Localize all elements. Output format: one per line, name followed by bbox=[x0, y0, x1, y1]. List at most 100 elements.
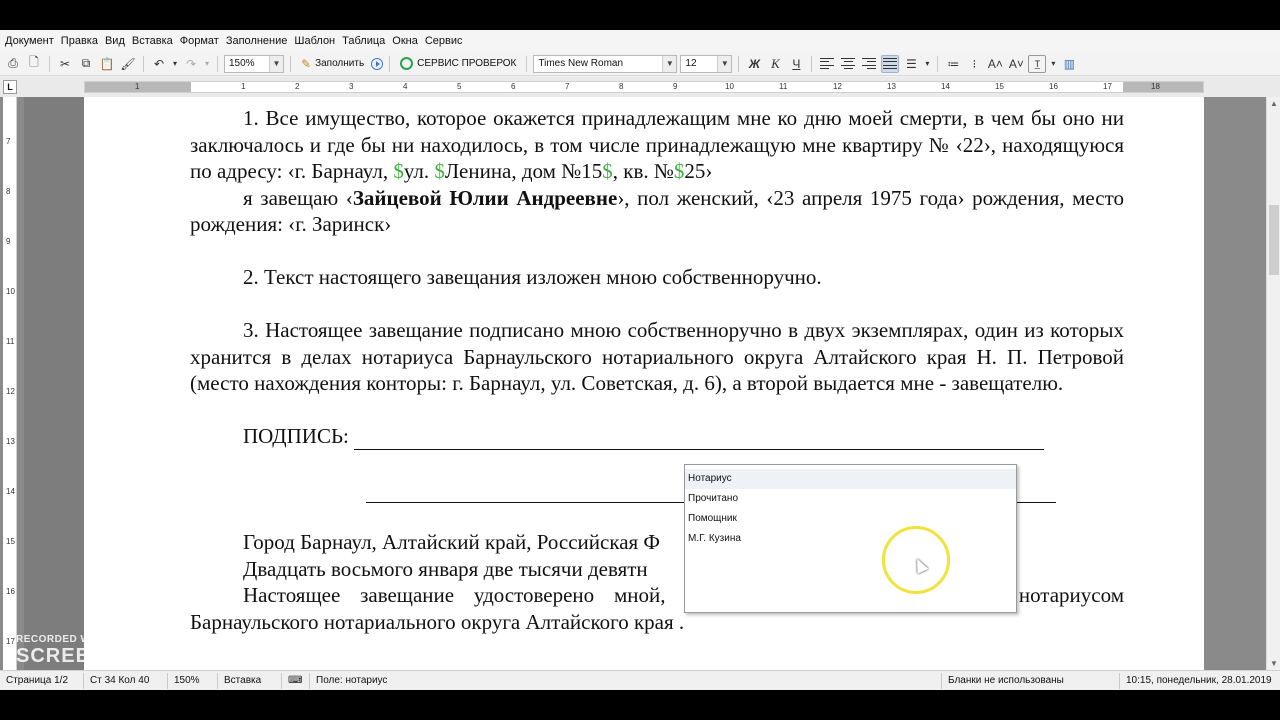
menu-document[interactable]: Документ bbox=[3, 30, 59, 52]
align-left-button[interactable] bbox=[818, 55, 836, 73]
vruler-number: 7 bbox=[6, 137, 11, 146]
status-mode[interactable]: Вставка bbox=[218, 672, 282, 689]
toolbar-divider bbox=[526, 55, 528, 72]
text-style-icon[interactable]: T̲ bbox=[1028, 54, 1047, 73]
heir-name: Зайцевой Юлии Андреевне bbox=[352, 185, 618, 210]
chevron-down-icon[interactable]: ▼ bbox=[269, 55, 283, 72]
cut-icon[interactable]: ✂ bbox=[56, 55, 74, 73]
status-position: Ст 34 Кол 40 bbox=[84, 672, 168, 689]
check-service-label: СЕРВИС ПРОВЕРОК bbox=[417, 58, 517, 69]
page-body: 1. Все имущество, которое окажется прина… bbox=[84, 97, 1204, 670]
menu-template[interactable]: Шаблон bbox=[292, 30, 340, 52]
text-style-dropdown-icon[interactable]: ▾ bbox=[1049, 55, 1057, 73]
scrollbar-thumb[interactable] bbox=[1269, 205, 1279, 275]
align-right-icon bbox=[862, 57, 877, 70]
ruler-number: 8 bbox=[619, 82, 624, 91]
format-painter-icon[interactable]: 🖌 bbox=[119, 55, 137, 73]
menu-fill[interactable]: Заполнение bbox=[224, 30, 293, 52]
watermark-brand-a: SCREENCAST bbox=[16, 644, 164, 667]
status-zoom[interactable]: 150% bbox=[168, 672, 218, 689]
check-service-button[interactable]: СЕРВИС ПРОВЕРОК bbox=[396, 55, 520, 73]
watermark-logo: SCREENCAST MATIC bbox=[16, 643, 263, 669]
font-increase-icon[interactable]: A˄ bbox=[986, 55, 1004, 73]
bullet-list-icon[interactable]: ⁝ bbox=[965, 55, 983, 73]
dropdown-option[interactable]: М.Г. Кузина bbox=[685, 529, 1016, 549]
menu-format[interactable]: Формат bbox=[178, 30, 224, 52]
vertical-ruler[interactable]: 7 8 9 10 11 12 13 14 15 16 17 bbox=[3, 97, 17, 670]
dropdown-option[interactable]: Нотариус bbox=[685, 469, 1016, 489]
vertical-scrollbar[interactable]: ▲ ▼ bbox=[1266, 97, 1280, 670]
vruler-number: 15 bbox=[6, 537, 15, 546]
menu-insert[interactable]: Вставка bbox=[130, 30, 178, 52]
main-toolbar: ⎙ 🗋 ✂ ⧉ 📋 🖌 ↶ ▾ ↷ ▾ 150% ▼ ✎ Заполнить С… bbox=[0, 52, 1280, 76]
line-spacing-dropdown-icon[interactable]: ▾ bbox=[923, 55, 931, 73]
redo-dropdown-icon[interactable]: ▾ bbox=[203, 55, 211, 73]
text-run: я завещаю ‹ bbox=[243, 185, 353, 210]
align-center-button[interactable] bbox=[839, 55, 857, 73]
field-marker: $ bbox=[393, 159, 404, 183]
underline-button[interactable]: Ч bbox=[787, 55, 805, 73]
line-spacing-icon[interactable]: ☰ bbox=[902, 55, 920, 73]
screen-top-black-band bbox=[0, 0, 1280, 30]
fill-button-label: Заполнить bbox=[315, 58, 365, 69]
font-size-value: 12 bbox=[685, 58, 697, 69]
bold-button[interactable]: Ж bbox=[745, 55, 763, 73]
scroll-down-icon[interactable]: ▼ bbox=[1270, 659, 1278, 668]
play-icon[interactable] bbox=[371, 57, 384, 70]
vruler-number: 13 bbox=[6, 437, 15, 446]
ruler-number: 12 bbox=[833, 82, 842, 91]
undo-icon[interactable]: ↶ bbox=[150, 55, 168, 73]
menu-table[interactable]: Таблица bbox=[340, 30, 390, 52]
fill-button[interactable]: ✎ Заполнить bbox=[297, 55, 368, 73]
screen-bottom-black-band bbox=[0, 690, 1280, 720]
status-datetime: 10:15, понедельник, 28.01.2019 bbox=[1126, 674, 1272, 686]
service-logo-icon bbox=[400, 57, 414, 70]
italic-button[interactable]: К bbox=[766, 55, 784, 73]
print-preview-icon[interactable]: 🗋 bbox=[25, 55, 43, 73]
menu-service[interactable]: Сервис bbox=[423, 30, 468, 52]
columns-icon[interactable]: ▥ bbox=[1060, 55, 1078, 73]
text-run: 25› bbox=[684, 159, 713, 183]
ruler-number: 7 bbox=[565, 82, 570, 91]
tab-stop-selector[interactable]: L bbox=[3, 80, 17, 94]
scroll-up-icon[interactable]: ▲ bbox=[1270, 99, 1278, 108]
screencast-logo-icon bbox=[166, 643, 193, 669]
horizontal-ruler[interactable]: 1 1 2 3 4 5 6 7 8 9 10 11 12 13 14 15 16… bbox=[84, 81, 1204, 93]
paste-icon[interactable]: 📋 bbox=[98, 55, 116, 73]
signature-label: ПОДПИСЬ: bbox=[243, 424, 355, 448]
menu-view[interactable]: Вид bbox=[103, 30, 130, 52]
undo-dropdown-icon[interactable]: ▾ bbox=[171, 55, 179, 73]
align-center-icon bbox=[841, 57, 856, 70]
document-page[interactable]: 1. Все имущество, которое окажется прина… bbox=[24, 97, 1204, 670]
paragraph-4: 3. Настоящее завещание подписано мною со… bbox=[190, 318, 1124, 395]
ruler-number: 17 bbox=[1103, 82, 1112, 91]
ruler-number: 1 bbox=[135, 82, 140, 91]
ruler-number: 4 bbox=[403, 82, 408, 91]
redo-icon[interactable]: ↷ bbox=[182, 55, 200, 73]
zoom-combo[interactable]: 150% ▼ bbox=[224, 54, 284, 73]
menu-edit[interactable]: Правка bbox=[59, 30, 103, 52]
ruler-number: 9 bbox=[673, 82, 678, 91]
toolbar-divider bbox=[217, 55, 218, 72]
field-value-dropdown[interactable]: Нотариус Прочитано Помощник М.Г. Кузина bbox=[684, 464, 1017, 613]
align-right-button[interactable] bbox=[860, 55, 878, 73]
align-justify-button[interactable] bbox=[881, 54, 900, 73]
chevron-down-icon[interactable]: ▼ bbox=[717, 55, 732, 72]
menu-windows[interactable]: Окна bbox=[390, 30, 423, 52]
ruler-number: 2 bbox=[295, 82, 300, 91]
paragraph-2: я завещаю ‹Зайцевой Юлии Андреевне›, пол… bbox=[190, 185, 1124, 238]
dropdown-option[interactable]: Прочитано bbox=[685, 489, 1016, 509]
font-decrease-icon[interactable]: A˅ bbox=[1007, 55, 1025, 73]
font-size-combo[interactable]: 12 ▼ bbox=[680, 54, 733, 73]
document-workspace: 7 8 9 10 11 12 13 14 15 16 17 1. Все иму… bbox=[0, 97, 1280, 670]
numbered-list-icon[interactable]: ≔ bbox=[944, 55, 962, 73]
print-icon[interactable]: ⎙ bbox=[4, 55, 22, 73]
copy-icon[interactable]: ⧉ bbox=[77, 55, 95, 73]
chevron-down-icon[interactable]: ▼ bbox=[662, 55, 677, 72]
status-page: Страница 1/2 bbox=[0, 672, 84, 689]
font-name-combo[interactable]: Times New Roman ▼ bbox=[533, 54, 678, 73]
text-run: ул. bbox=[403, 159, 435, 183]
ruler-number: 14 bbox=[941, 82, 950, 91]
dropdown-option[interactable]: Помощник bbox=[685, 509, 1016, 529]
